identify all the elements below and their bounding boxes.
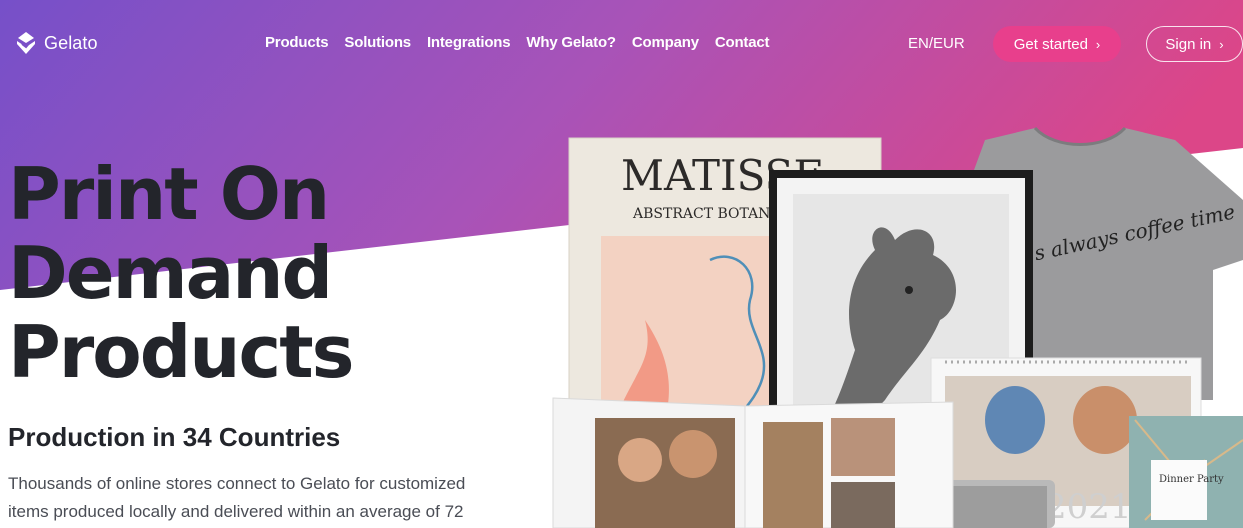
nav-item-solutions[interactable]: Solutions — [344, 34, 411, 51]
photo-book — [552, 397, 954, 528]
sign-in-button[interactable]: Sign in › — [1146, 26, 1243, 62]
nav-item-integrations[interactable]: Integrations — [427, 34, 511, 51]
nav-item-company[interactable]: Company — [632, 34, 699, 51]
language-currency-selector[interactable]: EN/EUR — [908, 35, 965, 52]
product-collage: MATISSE ABSTRACT BOTAN it's always coffe… — [545, 120, 1243, 528]
get-started-button[interactable]: Get started › — [993, 26, 1121, 62]
brand-name: Gelato — [44, 32, 98, 53]
site-header: Gelato Products Solutions Integrations W… — [0, 0, 1243, 88]
nav-item-products[interactable]: Products — [265, 34, 329, 51]
poster-subtitle: ABSTRACT BOTAN — [632, 206, 770, 222]
chevron-right-icon: › — [1219, 36, 1224, 52]
gelato-logo[interactable]: Gelato — [14, 31, 98, 55]
nav-item-contact[interactable]: Contact — [715, 34, 770, 51]
get-started-label: Get started — [1013, 35, 1088, 53]
chevron-right-icon: › — [1095, 36, 1101, 52]
card-text: Dinner Party — [1159, 474, 1224, 485]
gelato-logo-icon — [17, 32, 35, 54]
greeting-card: Dinner Party — [1129, 416, 1243, 528]
hero-subtitle: Production in 34 Countries — [8, 422, 341, 452]
product-collage-image: MATISSE ABSTRACT BOTAN it's always coffe… — [552, 126, 1243, 528]
main-nav: Products Solutions Integrations Why Gela… — [265, 34, 785, 51]
hero-description: Thousands of online stores connect to Ge… — [8, 474, 466, 521]
calendar-year: 2021 — [1045, 487, 1132, 527]
nav-item-why-gelato[interactable]: Why Gelato? — [526, 34, 616, 51]
hero-title: Print On Demand Products — [8, 152, 355, 394]
sign-in-label: Sign in — [1165, 35, 1212, 53]
